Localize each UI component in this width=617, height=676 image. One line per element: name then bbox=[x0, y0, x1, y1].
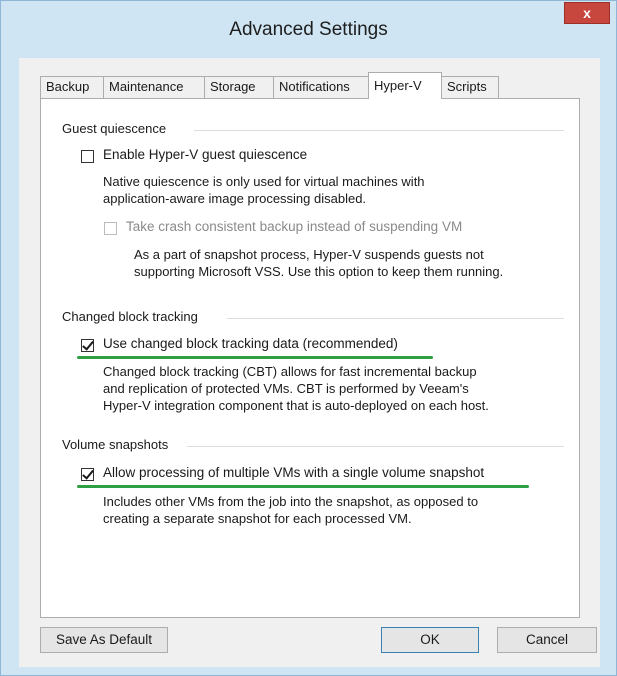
tab-notifications[interactable]: Notifications bbox=[273, 76, 369, 98]
ok-button[interactable]: OK bbox=[381, 627, 479, 653]
crash-consistent-desc-line2: supporting Microsoft VSS. Use this optio… bbox=[134, 264, 504, 279]
title-bar: Advanced Settings x bbox=[1, 1, 616, 59]
save-as-default-button[interactable]: Save As Default bbox=[40, 627, 168, 653]
enable-quiescence-desc-line2: application-aware image processing disab… bbox=[103, 191, 367, 206]
cbt-highlight-underline bbox=[77, 356, 433, 359]
hyper-v-panel: Guest quiescence Enable Hyper-V guest qu… bbox=[40, 98, 580, 618]
volume-snapshots-heading: Volume snapshots bbox=[62, 437, 169, 452]
tab-maintenance[interactable]: Maintenance bbox=[103, 76, 205, 98]
enable-quiescence-checkbox[interactable] bbox=[81, 150, 94, 163]
enable-quiescence-desc-line1: Native quiescence is only used for virtu… bbox=[103, 174, 425, 189]
cbt-checkbox[interactable] bbox=[81, 339, 94, 352]
dialog-body: Backup Maintenance Storage Notifications… bbox=[19, 58, 600, 667]
crash-consistent-checkbox[interactable] bbox=[104, 222, 117, 235]
tab-backup[interactable]: Backup bbox=[40, 76, 104, 98]
advanced-settings-dialog: Advanced Settings x Backup Maintenance S… bbox=[0, 0, 617, 676]
cbt-desc-line2: and replication of protected VMs. CBT is… bbox=[103, 381, 469, 396]
guest-quiescence-heading: Guest quiescence bbox=[62, 121, 167, 136]
group-divider bbox=[194, 130, 564, 131]
enable-quiescence-label[interactable]: Enable Hyper-V guest quiescence bbox=[103, 147, 307, 162]
group-divider bbox=[227, 318, 564, 319]
cbt-desc-line3: Hyper-V integration component that is au… bbox=[103, 398, 489, 413]
cbt-heading: Changed block tracking bbox=[62, 309, 198, 324]
volume-snapshot-desc-line1: Includes other VMs from the job into the… bbox=[103, 494, 479, 509]
window-title: Advanced Settings bbox=[229, 19, 388, 40]
crash-consistent-label[interactable]: Take crash consistent backup instead of … bbox=[126, 219, 462, 234]
crash-consistent-desc-line1: As a part of snapshot process, Hyper-V s… bbox=[134, 247, 484, 262]
volume-snapshot-label[interactable]: Allow processing of multiple VMs with a … bbox=[103, 465, 484, 480]
cbt-desc-line1: Changed block tracking (CBT) allows for … bbox=[103, 364, 477, 379]
cancel-button[interactable]: Cancel bbox=[497, 627, 597, 653]
tab-hyper-v[interactable]: Hyper-V bbox=[368, 72, 442, 99]
tab-scripts[interactable]: Scripts bbox=[441, 76, 499, 98]
volume-snapshot-checkbox[interactable] bbox=[81, 468, 94, 481]
close-button[interactable]: x bbox=[564, 2, 610, 24]
cbt-label[interactable]: Use changed block tracking data (recomme… bbox=[103, 336, 398, 351]
tab-storage[interactable]: Storage bbox=[204, 76, 274, 98]
group-divider bbox=[187, 446, 564, 447]
volume-snapshot-desc-line2: creating a separate snapshot for each pr… bbox=[103, 511, 412, 526]
volume-snapshot-highlight-underline bbox=[77, 485, 529, 488]
